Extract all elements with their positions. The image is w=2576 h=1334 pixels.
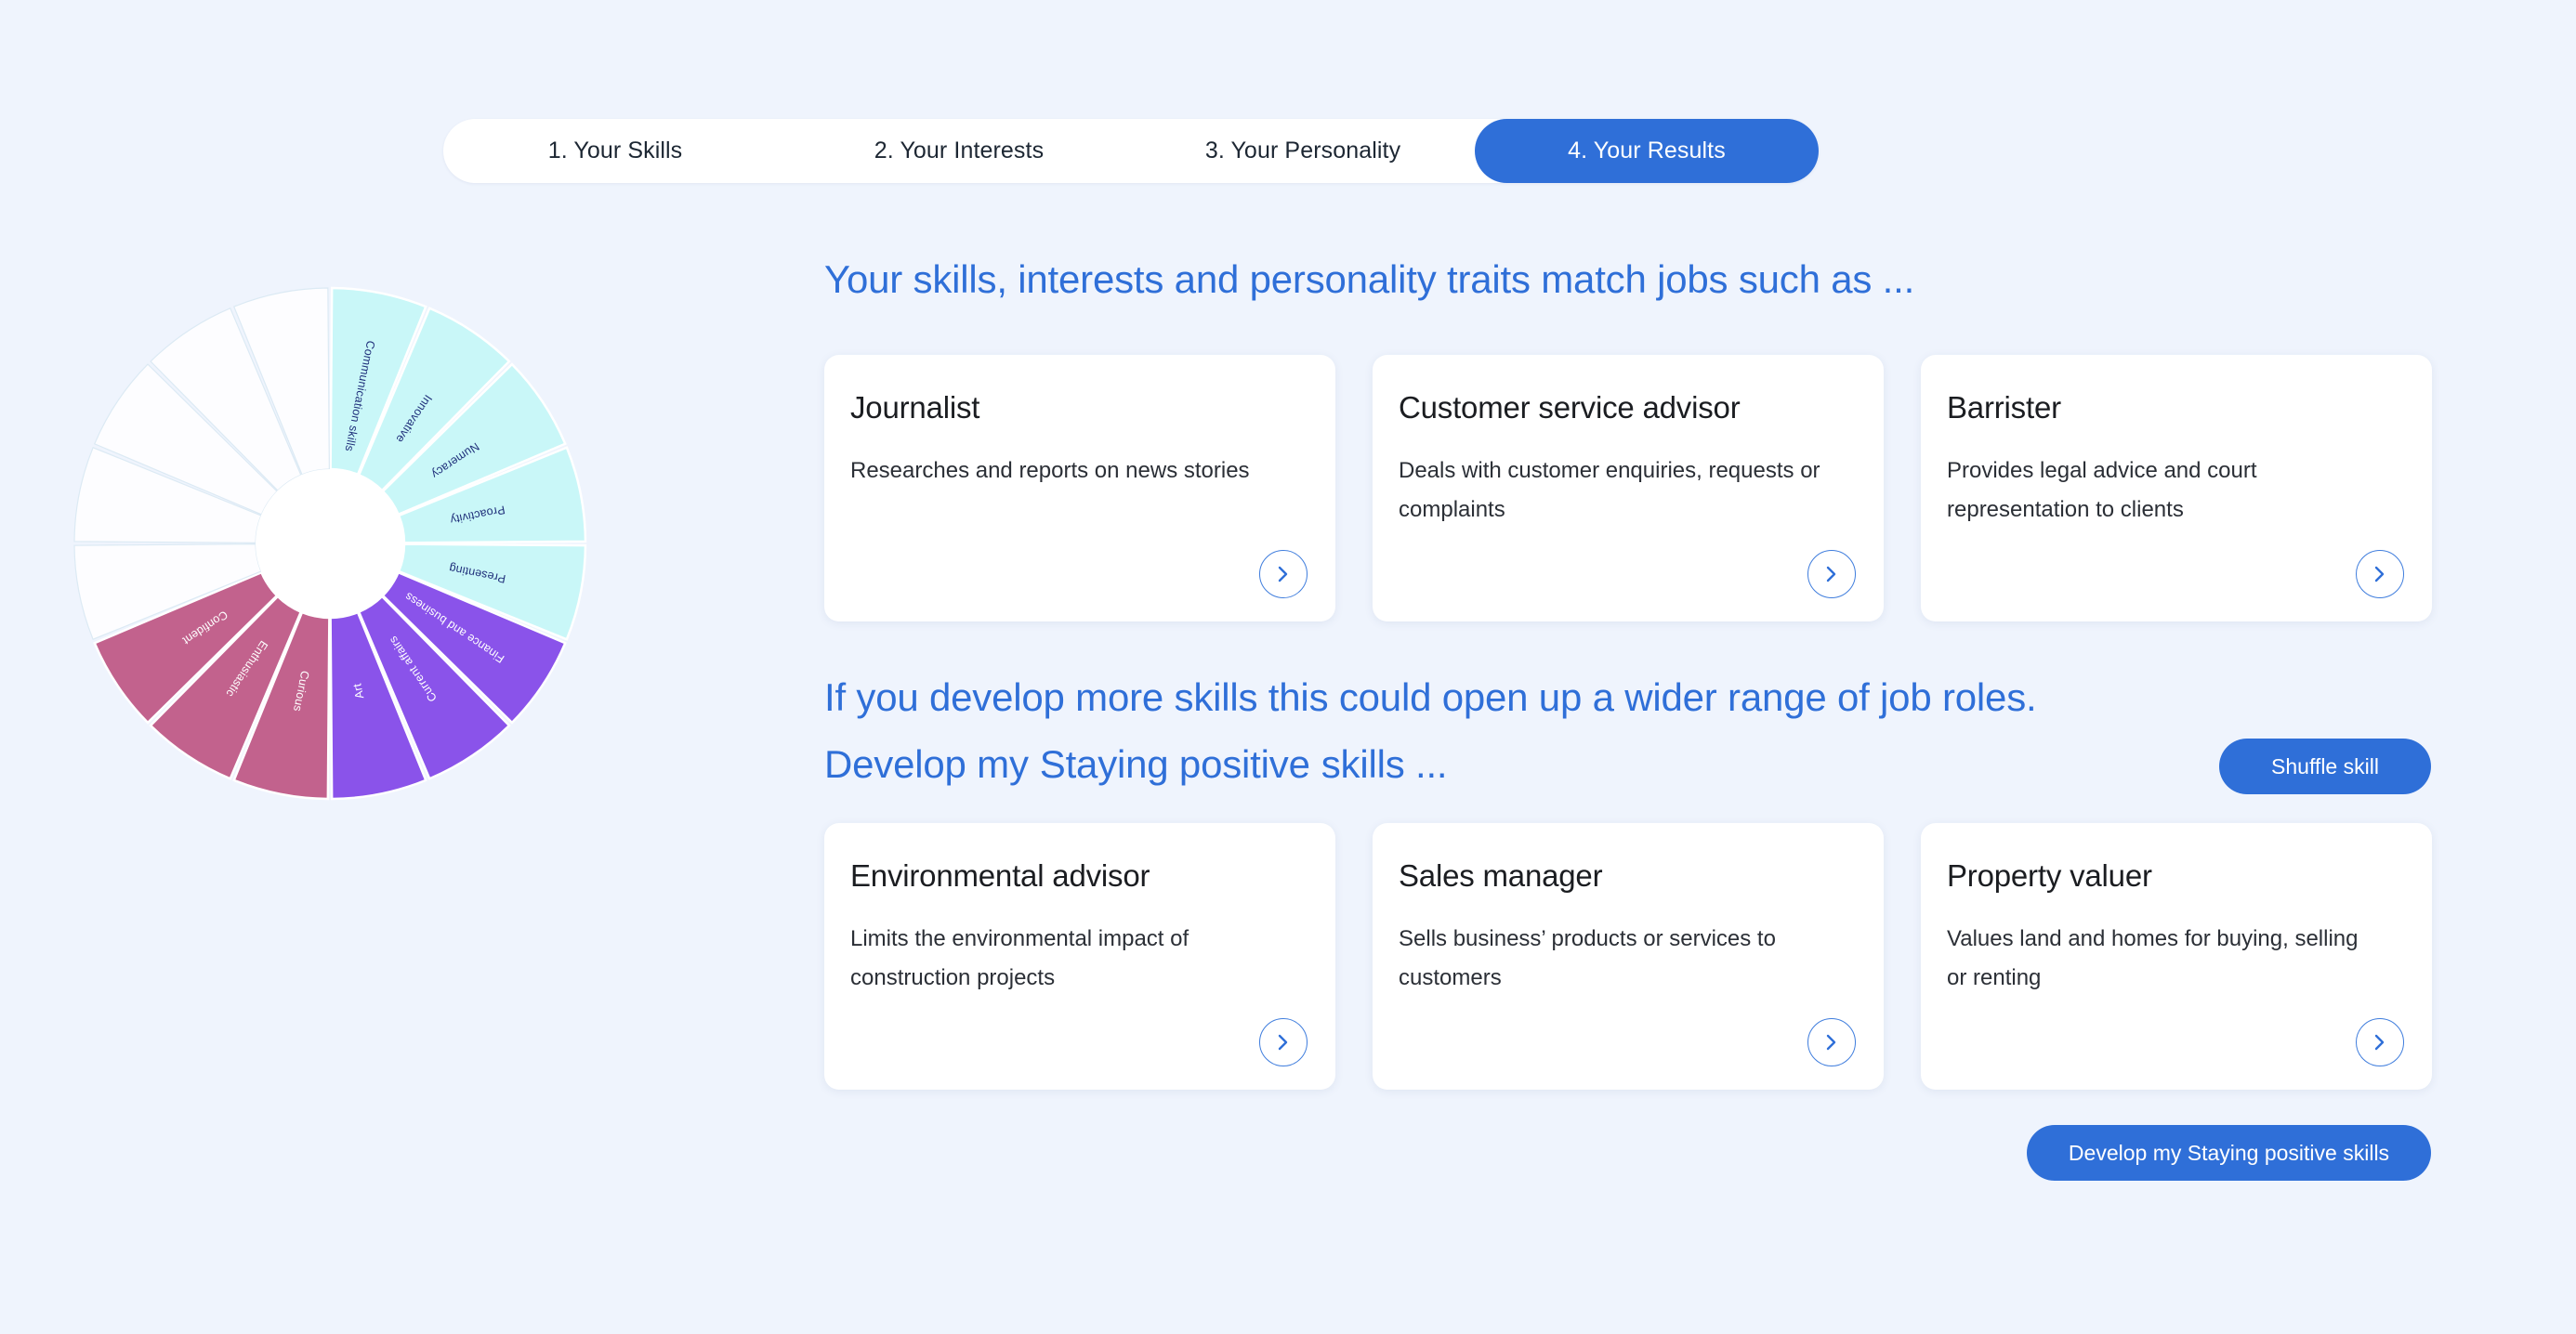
job-card-description: Sells business’ products or services to … xyxy=(1399,926,1776,990)
job-card-barrister[interactable]: Barrister Provides legal advice and cour… xyxy=(1921,355,2432,621)
job-card-title: Customer service advisor xyxy=(1399,390,1741,425)
job-card-title: Property valuer xyxy=(1947,858,2152,893)
job-card-title: Barrister xyxy=(1947,390,2061,425)
shuffle-skill-button[interactable]: Shuffle skill xyxy=(2219,739,2431,794)
job-card-description: Limits the environmental impact of const… xyxy=(850,926,1189,990)
matched-jobs-card-row: Journalist Researches and reports on new… xyxy=(824,355,2432,621)
tab-your-interests[interactable]: 2. Your Interests xyxy=(787,119,1131,183)
selected-skill-name: Staying positive xyxy=(1039,742,1310,786)
page-title-matched-jobs: Your skills, interests and personality t… xyxy=(824,257,1915,301)
tab-your-personality[interactable]: 3. Your Personality xyxy=(1131,119,1475,183)
job-card-description: Values land and homes for buying, sellin… xyxy=(1947,926,2359,990)
step-progress-bar: 1. Your Skills 2. Your Interests 3. Your… xyxy=(443,119,1819,183)
develop-heading-line1: If you develop more skills this could op… xyxy=(824,675,2037,719)
develop-heading-suffix: skills ... xyxy=(1321,742,1448,786)
chevron-right-icon[interactable] xyxy=(1807,550,1856,598)
job-card-customer-service-advisor[interactable]: Customer service advisor Deals with cust… xyxy=(1373,355,1884,621)
chevron-right-icon[interactable] xyxy=(1259,1018,1308,1066)
job-card-property-valuer[interactable]: Property valuer Values land and homes fo… xyxy=(1921,823,2432,1090)
chevron-right-icon[interactable] xyxy=(2356,550,2404,598)
develop-jobs-card-row: Environmental advisor Limits the environ… xyxy=(824,823,2432,1090)
tab-your-results[interactable]: 4. Your Results xyxy=(1475,119,1819,183)
job-card-journalist[interactable]: Journalist Researches and reports on new… xyxy=(824,355,1335,621)
develop-skills-heading: If you develop more skills this could op… xyxy=(824,664,2441,798)
chevron-right-icon[interactable] xyxy=(2356,1018,2404,1066)
wheel-svg: Communication skills InnovativeNumeracyPr… xyxy=(73,286,587,801)
job-card-title: Sales manager xyxy=(1399,858,1603,893)
job-card-description: Researches and reports on news stories xyxy=(850,458,1250,483)
tab-your-skills[interactable]: 1. Your Skills xyxy=(443,119,787,183)
job-card-sales-manager[interactable]: Sales manager Sells business’ products o… xyxy=(1373,823,1884,1090)
job-card-title: Environmental advisor xyxy=(850,858,1150,893)
job-card-description: Provides legal advice and court represen… xyxy=(1947,458,2257,522)
job-card-environmental-advisor[interactable]: Environmental advisor Limits the environ… xyxy=(824,823,1335,1090)
develop-skills-button[interactable]: Develop my Staying positive skills xyxy=(2027,1125,2431,1181)
wheel-center-hole xyxy=(256,469,404,618)
chevron-right-icon[interactable] xyxy=(1807,1018,1856,1066)
results-page: 1. Your Skills 2. Your Interests 3. Your… xyxy=(0,0,2576,1334)
develop-heading-prefix: Develop my xyxy=(824,742,1029,786)
skills-wheel-chart: Communication skills Innovative Numeracy Pr… xyxy=(60,274,599,813)
job-card-title: Journalist xyxy=(850,390,980,425)
chevron-right-icon[interactable] xyxy=(1259,550,1308,598)
job-card-description: Deals with customer enquiries, requests … xyxy=(1399,458,1820,522)
